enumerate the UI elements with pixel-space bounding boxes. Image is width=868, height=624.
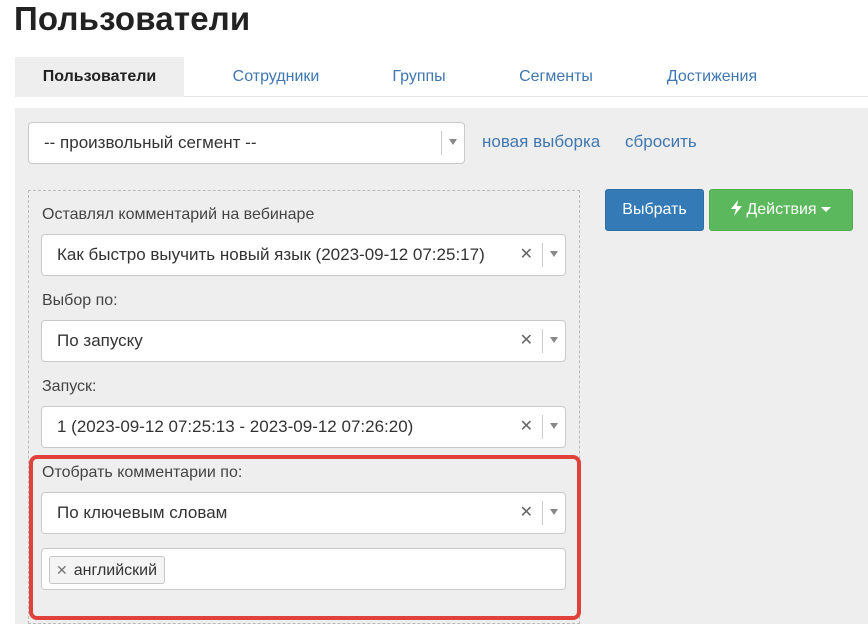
launch-label: Запуск: xyxy=(42,378,97,395)
launch-select-value: 1 (2023-09-12 07:25:13 - 2023-09-12 07:2… xyxy=(57,417,414,436)
chevron-down-icon[interactable] xyxy=(550,337,558,343)
reset-link[interactable]: сбросить xyxy=(625,132,697,152)
actions-button[interactable]: Действия xyxy=(709,189,853,231)
select-separator xyxy=(542,415,543,439)
segment-select-value: -- произвольный сегмент -- xyxy=(44,133,257,152)
choose-by-select-value: По запуску xyxy=(57,331,143,350)
launch-select[interactable]: 1 (2023-09-12 07:25:13 - 2023-09-12 07:2… xyxy=(41,406,566,448)
select-separator xyxy=(542,243,543,267)
chevron-down-icon[interactable] xyxy=(449,139,457,145)
tab-employees[interactable]: Сотрудники xyxy=(208,57,344,97)
new-selection-link[interactable]: новая выборка xyxy=(482,132,600,152)
close-icon[interactable]: ✕ xyxy=(520,321,533,361)
segment-select[interactable]: -- произвольный сегмент -- xyxy=(28,122,465,164)
tab-segments[interactable]: Сегменты xyxy=(495,57,617,97)
choose-by-select[interactable]: По запуску ✕ xyxy=(41,320,566,362)
webinar-select-value: Как быстро выучить новый язык (2023-09-1… xyxy=(57,245,485,264)
select-separator xyxy=(441,131,442,155)
select-separator xyxy=(542,329,543,353)
chevron-down-icon[interactable] xyxy=(550,251,558,257)
tab-users[interactable]: Пользователи xyxy=(15,57,184,97)
webinar-label: Оставлял комментарий на вебинаре xyxy=(42,206,315,223)
lightning-icon xyxy=(731,192,743,232)
select-button[interactable]: Выбрать xyxy=(605,189,704,231)
close-icon[interactable]: ✕ xyxy=(520,235,533,275)
webinar-select[interactable]: Как быстро выучить новый язык (2023-09-1… xyxy=(41,234,566,276)
chevron-down-icon[interactable] xyxy=(550,423,558,429)
tab-groups[interactable]: Группы xyxy=(365,57,473,97)
actions-button-label: Действия xyxy=(746,201,817,218)
close-icon[interactable]: ✕ xyxy=(520,407,533,447)
select-button-label: Выбрать xyxy=(622,201,687,218)
page-title: Пользователи xyxy=(14,0,251,37)
tab-achievements[interactable]: Достижения xyxy=(643,57,781,97)
highlight-frame xyxy=(29,455,581,620)
caret-down-icon xyxy=(820,207,831,213)
tab-bar: Пользователи Сотрудники Группы Сегменты … xyxy=(15,57,868,97)
choose-by-label: Выбор по: xyxy=(42,292,118,309)
